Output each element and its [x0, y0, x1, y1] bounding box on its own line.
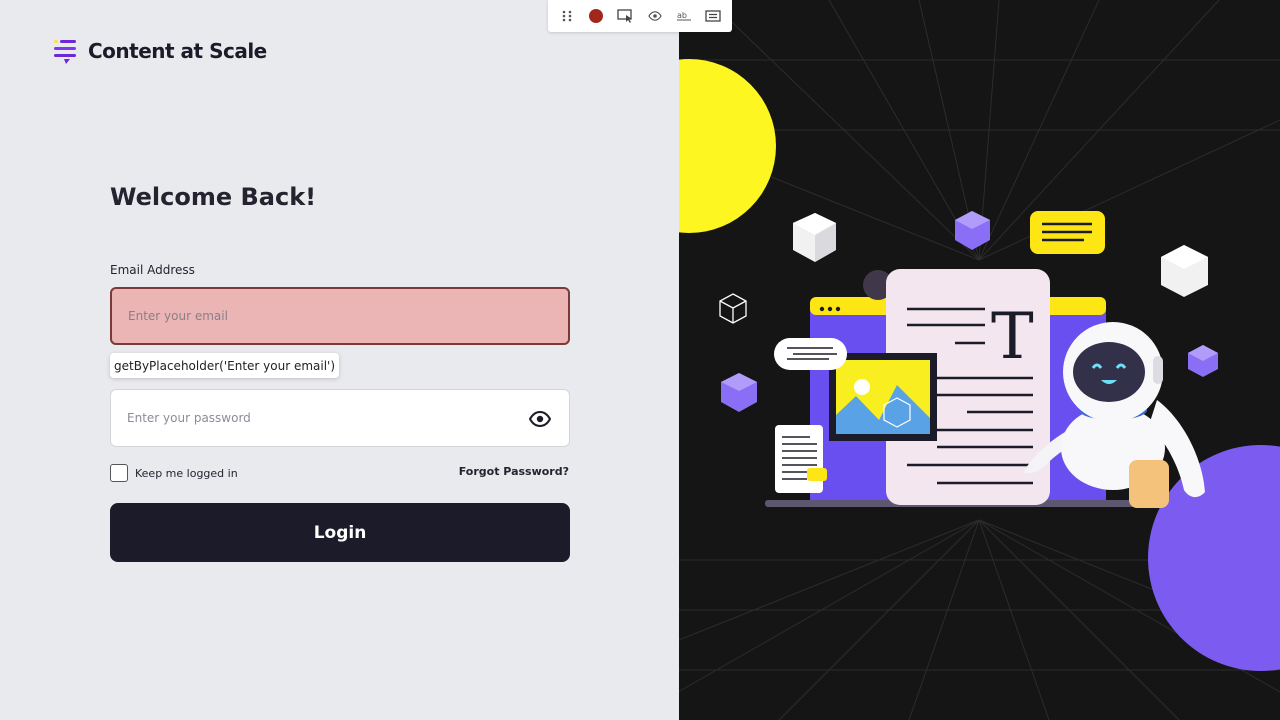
keep-logged-in[interactable]: Keep me logged in [110, 464, 238, 482]
brand-logo[interactable]: Content at Scale [52, 37, 267, 65]
assert-value-icon[interactable] [702, 5, 724, 27]
svg-text:ab: ab [677, 11, 687, 20]
record-icon[interactable] [585, 5, 607, 27]
illustration-panel: T [679, 0, 1280, 720]
forgot-password-link[interactable]: Forgot Password? [459, 465, 569, 478]
brand-name: Content at Scale [88, 39, 267, 63]
assert-text-icon[interactable]: ab [673, 5, 695, 27]
pick-locator-icon[interactable] [614, 5, 636, 27]
password-field[interactable] [110, 389, 570, 447]
email-field[interactable] [110, 287, 570, 345]
hero-illustration: T [679, 0, 1280, 720]
recorder-toolbar: ab [548, 0, 732, 32]
login-button[interactable]: Login [110, 503, 570, 562]
keep-logged-in-label: Keep me logged in [135, 466, 238, 480]
drag-handle-icon[interactable] [556, 5, 578, 27]
login-panel: Content at Scale Welcome Back! Email Add… [0, 0, 679, 720]
show-password-eye-icon[interactable] [529, 411, 551, 427]
svg-text:T: T [991, 300, 1034, 374]
email-label: Email Address [110, 263, 195, 277]
page-title: Welcome Back! [110, 183, 317, 211]
logo-icon [54, 40, 76, 64]
keep-logged-in-checkbox[interactable] [110, 464, 128, 482]
assert-visibility-icon[interactable] [644, 5, 666, 27]
locator-tooltip: getByPlaceholder('Enter your email') [110, 353, 340, 378]
